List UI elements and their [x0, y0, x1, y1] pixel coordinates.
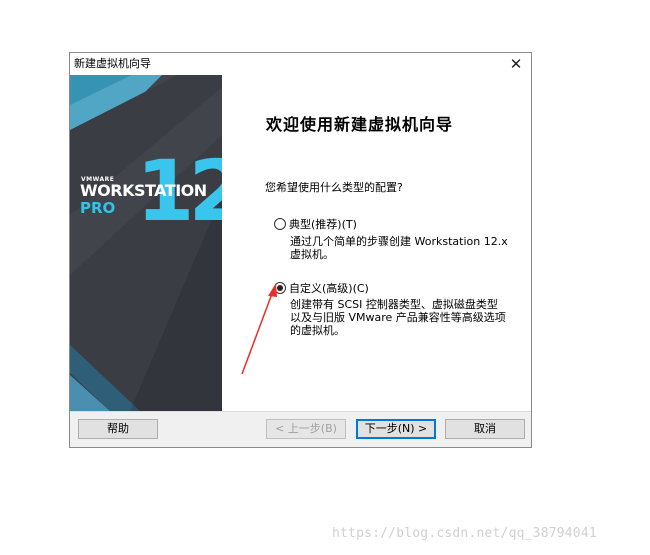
- edition-name: PRO: [80, 199, 116, 217]
- next-button[interactable]: 下一步(N) >: [356, 419, 436, 439]
- custom-option[interactable]: 自定义(高级)(C): [274, 280, 369, 296]
- vmware-logo: 12 VMWARE WORKSTATION PRO: [70, 75, 222, 411]
- typical-desc-line: 通过几个简单的步骤创建 Workstation 12.x: [290, 235, 508, 248]
- close-button[interactable]: ✕: [505, 54, 527, 74]
- typical-desc-line: 虚拟机。: [290, 248, 334, 261]
- cancel-button[interactable]: 取消: [445, 419, 525, 439]
- custom-desc-line: 以及与旧版 VMware 产品兼容性等高级选项: [290, 311, 506, 324]
- custom-desc-line: 的虚拟机。: [290, 324, 345, 337]
- window-title: 新建虚拟机向导: [74, 57, 151, 70]
- custom-desc-line: 创建带有 SCSI 控制器类型、虚拟磁盘类型: [290, 298, 498, 311]
- product-banner: 12 VMWARE WORKSTATION PRO: [70, 75, 222, 411]
- typical-option-description: 通过几个简单的步骤创建 Workstation 12.x 虚拟机。: [290, 235, 508, 261]
- watermark-text: https://blog.csdn.net/qq_38794041: [332, 526, 597, 541]
- wizard-content: 欢迎使用新建虚拟机向导 您希望使用什么类型的配置? 典型(推荐)(T) 通过几个…: [222, 75, 531, 411]
- title-bar[interactable]: 新建虚拟机向导 ✕: [70, 53, 531, 75]
- custom-radio[interactable]: [274, 282, 286, 294]
- product-name: WORKSTATION: [80, 181, 207, 200]
- custom-option-label: 自定义(高级)(C): [289, 282, 369, 295]
- typical-option-label: 典型(推荐)(T): [289, 218, 357, 231]
- help-button[interactable]: 帮助: [78, 419, 158, 439]
- config-question: 您希望使用什么类型的配置?: [265, 181, 403, 194]
- button-bar: 帮助 < 上一步(B) 下一步(N) > 取消: [70, 412, 531, 447]
- custom-option-description: 创建带有 SCSI 控制器类型、虚拟磁盘类型 以及与旧版 VMware 产品兼容…: [290, 298, 506, 337]
- typical-option[interactable]: 典型(推荐)(T): [274, 216, 357, 232]
- back-button[interactable]: < 上一步(B): [266, 419, 346, 439]
- typical-radio[interactable]: [274, 218, 286, 230]
- new-vm-wizard-dialog: 新建虚拟机向导 ✕ 12 VMWARE WORKSTATION PRO 欢迎使用…: [69, 52, 532, 448]
- page-heading: 欢迎使用新建虚拟机向导: [266, 115, 454, 134]
